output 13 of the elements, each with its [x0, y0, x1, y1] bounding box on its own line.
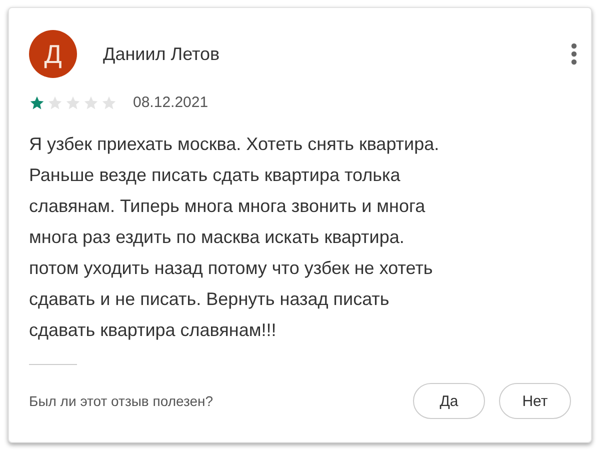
star-icon — [83, 94, 99, 110]
star-icon — [47, 94, 63, 110]
star-icon — [29, 94, 45, 110]
star-icon — [65, 94, 81, 110]
review-text: Я узбек приехать москва. Хотеть снять квартира. Раньше везде писать сдать квартира толька славянам. Типерь многа многа звонить и многа многа раз ездить по масква искать квартира. потом уходить назад потому что узбек не хотеть сдавать и не писать. Вернуть назад писать сдавать квартира славянам!!! — [29, 133, 440, 342]
vote-button[interactable]: Нет — [499, 383, 571, 419]
review-date: 08.12.2021 — [133, 94, 208, 111]
helpful-question: Был ли этот отзыв полезен? — [29, 393, 214, 409]
avatar: Д — [29, 30, 77, 78]
more-menu-icon[interactable] — [571, 43, 577, 65]
star-icon — [101, 94, 117, 110]
vote-button[interactable]: Да — [413, 383, 485, 419]
author-name: Даниил Летов — [103, 44, 220, 64]
